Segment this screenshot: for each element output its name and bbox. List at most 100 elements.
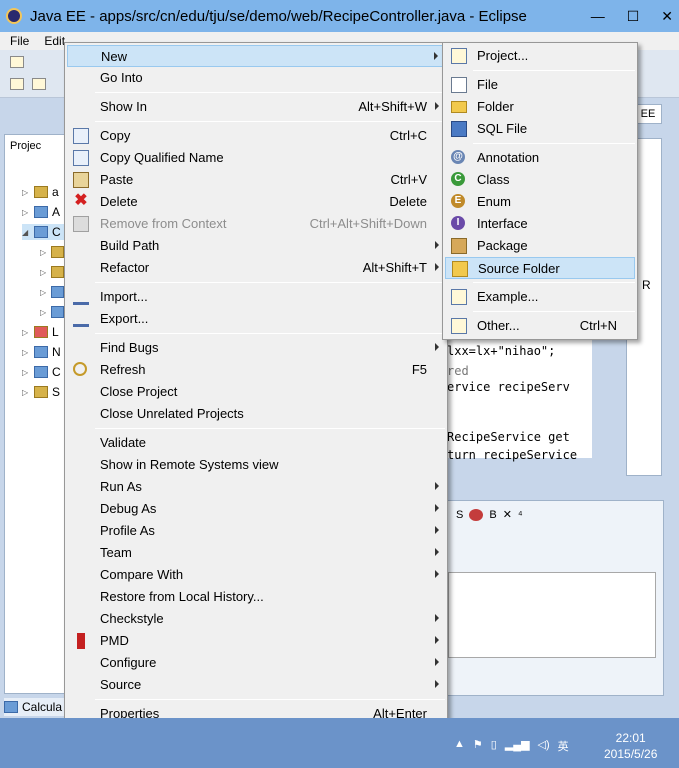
new-submenu-item-example[interactable]: Example... bbox=[445, 286, 635, 308]
tree-item[interactable]: ▷ C bbox=[22, 364, 66, 380]
tree-item[interactable]: ▷ bbox=[40, 284, 64, 300]
collapse-arrow-icon[interactable]: ◢ bbox=[22, 228, 30, 237]
new-submenu-item-package[interactable]: Package bbox=[445, 235, 635, 257]
menu-item-restore-from-local-history[interactable]: Restore from Local History... bbox=[67, 586, 445, 608]
tree-item[interactable]: ▷ bbox=[40, 264, 64, 280]
menu-item-close-project[interactable]: Close Project bbox=[67, 381, 445, 403]
submenu-arrow-icon bbox=[435, 658, 439, 666]
tab-b[interactable]: B bbox=[489, 509, 496, 521]
sql-icon bbox=[451, 121, 467, 137]
new-submenu-item-interface[interactable]: I Interface bbox=[445, 213, 635, 235]
tree-item[interactable]: ▷ A bbox=[22, 204, 66, 220]
expand-arrow-icon[interactable]: ▷ bbox=[22, 348, 30, 357]
project-icon bbox=[34, 226, 48, 238]
expand-arrow-icon[interactable]: ▷ bbox=[40, 308, 47, 317]
expand-arrow-icon[interactable]: ▷ bbox=[40, 288, 47, 297]
maximize-button[interactable]: ☐ bbox=[627, 8, 640, 25]
expand-arrow-icon[interactable]: ▷ bbox=[22, 388, 30, 397]
menu-file[interactable]: File bbox=[0, 32, 34, 50]
menu-item-profile-as[interactable]: Profile As bbox=[67, 520, 445, 542]
window-title-bar: Java EE - apps/src/cn/edu/tju/se/demo/we… bbox=[0, 0, 679, 32]
menu-item-show-in-remote-systems-view[interactable]: Show in Remote Systems view bbox=[67, 454, 445, 476]
menu-item-paste[interactable]: Paste Ctrl+V bbox=[67, 169, 445, 191]
menu-item-new[interactable]: New bbox=[67, 45, 445, 67]
tree-item[interactable]: ▷ S bbox=[22, 384, 66, 400]
new-submenu-item-source-folder[interactable]: Source Folder bbox=[445, 257, 635, 279]
tree-item[interactable]: ▷ a bbox=[22, 184, 66, 200]
new-submenu-item-project[interactable]: Project... bbox=[445, 45, 635, 67]
menu-item-checkstyle[interactable]: Checkstyle bbox=[67, 608, 445, 630]
menu-item-copy-qualified-name[interactable]: Copy Qualified Name bbox=[67, 147, 445, 169]
menu-item-go-into[interactable]: Go Into bbox=[67, 67, 445, 89]
open-type-icon[interactable] bbox=[10, 78, 24, 90]
new-submenu-item-other[interactable]: Other... Ctrl+N bbox=[445, 315, 635, 337]
menu-item-remove-from-context[interactable]: Remove from Context Ctrl+Alt+Shift+Down bbox=[67, 213, 445, 235]
menu-separator bbox=[95, 92, 445, 93]
new-icon[interactable] bbox=[10, 56, 24, 68]
menu-item-refactor[interactable]: Refactor Alt+Shift+T bbox=[67, 257, 445, 279]
menu-item-delete[interactable]: ✖ Delete Delete bbox=[67, 191, 445, 213]
perspective-ee-button[interactable]: EE bbox=[634, 104, 662, 124]
expand-arrow-icon[interactable]: ▷ bbox=[40, 268, 47, 277]
menu-separator bbox=[95, 428, 445, 429]
menu-item-label: Interface bbox=[477, 216, 528, 231]
menu-item-team[interactable]: Team bbox=[67, 542, 445, 564]
tab-s[interactable]: S bbox=[456, 509, 463, 521]
network-icon[interactable]: ▂▄▆ bbox=[505, 738, 530, 754]
menu-item-copy[interactable]: Copy Ctrl+C bbox=[67, 125, 445, 147]
new-submenu-item-enum[interactable]: E Enum bbox=[445, 191, 635, 213]
menu-item-build-path[interactable]: Build Path bbox=[67, 235, 445, 257]
menu-item-pmd[interactable]: PMD bbox=[67, 630, 445, 652]
menu-item-label: Enum bbox=[477, 194, 511, 209]
bottom-view-tab-label: Calcula bbox=[22, 700, 63, 714]
menu-item-validate[interactable]: Validate bbox=[67, 432, 445, 454]
menu-separator bbox=[95, 282, 445, 283]
menu-item-label: Show In bbox=[100, 99, 147, 114]
menu-item-compare-with[interactable]: Compare With bbox=[67, 564, 445, 586]
flag-icon[interactable]: ⚑ bbox=[473, 738, 483, 754]
tree-item[interactable]: ▷ bbox=[40, 304, 64, 320]
menu-item-show-in[interactable]: Show In Alt+Shift+W bbox=[67, 96, 445, 118]
code-line: lxx=lx+"nihao"; bbox=[447, 344, 556, 358]
battery-icon[interactable]: ▯ bbox=[491, 738, 497, 754]
taskbar-clock[interactable]: 22:01 2015/5/26 bbox=[604, 730, 657, 762]
pkg-icon bbox=[451, 238, 467, 254]
menu-item-label: Paste bbox=[100, 172, 134, 187]
volume-icon[interactable]: ◁) bbox=[538, 738, 550, 754]
new-submenu-item-sql-file[interactable]: SQL File bbox=[445, 118, 635, 140]
menu-item-close-unrelated-projects[interactable]: Close Unrelated Projects bbox=[67, 403, 445, 425]
new-submenu-item-annotation[interactable]: @ Annotation bbox=[445, 147, 635, 169]
expand-arrow-icon[interactable]: ▷ bbox=[40, 248, 47, 257]
bottom-view-tab[interactable]: Calcula bbox=[4, 698, 70, 716]
expand-arrow-icon[interactable]: ▷ bbox=[22, 188, 30, 197]
new-submenu-item-file[interactable]: File bbox=[445, 74, 635, 96]
close-icon[interactable]: ✕ bbox=[503, 508, 512, 521]
ime-indicator[interactable]: 英 bbox=[558, 738, 569, 754]
menu-item-debug-as[interactable]: Debug As bbox=[67, 498, 445, 520]
tree-item[interactable]: ▷ L bbox=[22, 324, 66, 340]
tab-overflow[interactable]: ⁴ bbox=[518, 509, 523, 521]
minimize-button[interactable]: — bbox=[591, 8, 605, 25]
expand-arrow-icon[interactable]: ▷ bbox=[22, 208, 30, 217]
bug-list-area[interactable] bbox=[448, 572, 656, 658]
expand-arrow-icon[interactable]: ▷ bbox=[22, 368, 30, 377]
menu-item-export[interactable]: Export... bbox=[67, 308, 445, 330]
close-button[interactable]: ✕ bbox=[661, 8, 673, 25]
menu-item-run-as[interactable]: Run As bbox=[67, 476, 445, 498]
project-explorer-tab[interactable]: Projec bbox=[10, 140, 41, 152]
open-folder-icon[interactable] bbox=[32, 78, 46, 90]
menu-item-import[interactable]: Import... bbox=[67, 286, 445, 308]
expand-arrow-icon[interactable]: ▷ bbox=[22, 328, 30, 337]
new-submenu-item-folder[interactable]: Folder bbox=[445, 96, 635, 118]
tree-item[interactable]: ▷ N bbox=[22, 344, 66, 360]
show-hidden-icons-icon[interactable]: ▲ bbox=[454, 738, 465, 754]
menu-item-configure[interactable]: Configure bbox=[67, 652, 445, 674]
menu-item-label: Source bbox=[100, 677, 142, 692]
menu-item-find-bugs[interactable]: Find Bugs bbox=[67, 337, 445, 359]
menu-item-label: PMD bbox=[100, 633, 129, 648]
new-submenu-item-class[interactable]: C Class bbox=[445, 169, 635, 191]
tree-item[interactable]: ▷ bbox=[40, 244, 64, 260]
menu-item-refresh[interactable]: Refresh F5 bbox=[67, 359, 445, 381]
tree-item-selected[interactable]: ◢ C bbox=[22, 224, 66, 240]
menu-item-source[interactable]: Source bbox=[67, 674, 445, 696]
